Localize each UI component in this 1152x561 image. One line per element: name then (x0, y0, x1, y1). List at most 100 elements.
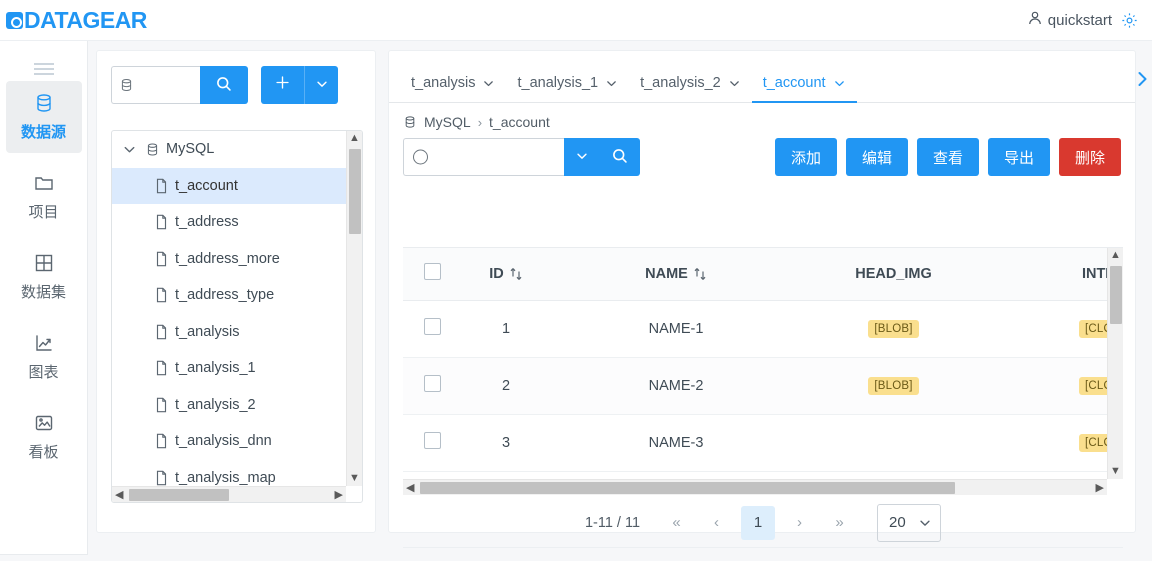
column-label: ID (489, 265, 504, 282)
tree-item-t_address_more[interactable]: t_address_more (112, 241, 346, 278)
table-row[interactable]: 1 NAME-1 [BLOB] [CLOB] (403, 300, 1107, 358)
tree-item-t_analysis[interactable]: t_analysis (112, 314, 346, 351)
cell-head-img: [BLOB] (801, 357, 986, 415)
table-row[interactable]: 2 NAME-2 [BLOB] [CLOB] (403, 357, 1107, 415)
sidebar-item-chart[interactable]: 图表 (6, 321, 82, 393)
tab-t_account[interactable]: t_account (751, 75, 857, 103)
datasource-search-input[interactable] (111, 66, 200, 104)
export-record-button[interactable]: 导出 (988, 138, 1050, 176)
view-record-button[interactable]: 查看 (917, 138, 979, 176)
sort-icon[interactable] (509, 266, 523, 282)
app-logo[interactable]: DATAGEAR (6, 7, 147, 34)
sort-icon[interactable] (693, 266, 707, 282)
table-row[interactable]: 3 NAME-3 [CLOB] (403, 414, 1107, 472)
tab-t_analysis_2[interactable]: t_analysis_2 (629, 75, 752, 103)
file-icon (154, 287, 169, 303)
prev-page-button[interactable]: ‹ (701, 507, 732, 538)
sidebar-item-dashboard[interactable]: 看板 (6, 401, 82, 473)
delete-record-button[interactable]: 删除 (1059, 138, 1121, 176)
chevron-down-icon[interactable] (728, 77, 741, 90)
scroll-right-icon[interactable]: ▶ (1093, 481, 1107, 494)
chevron-down-icon[interactable] (482, 77, 495, 90)
add-record-button[interactable]: 添加 (775, 138, 837, 176)
cell-name: NAME-2 (551, 357, 801, 415)
select-all-checkbox[interactable] (423, 263, 441, 281)
tree-item-label: t_analysis_2 (175, 396, 256, 413)
record-search-button[interactable] (600, 138, 640, 176)
table-header-head-img[interactable]: HEAD_IMG (801, 248, 986, 301)
tree-item-t_analysis_dnn[interactable]: t_analysis_dnn (112, 423, 346, 460)
edit-record-button[interactable]: 编辑 (846, 138, 908, 176)
tree-item-label: t_account (175, 177, 238, 194)
tab-t_analysis_1[interactable]: t_analysis_1 (506, 75, 629, 103)
chevron-down-icon[interactable] (833, 77, 846, 90)
scroll-down-icon[interactable]: ▼ (349, 471, 360, 486)
tree-horizontal-scrollbar[interactable]: ◀ ▶ (112, 486, 346, 502)
datasource-search-button[interactable] (200, 66, 248, 104)
record-search-dropdown-button[interactable] (564, 138, 600, 176)
scrollbar-thumb[interactable] (129, 489, 229, 501)
row-checkbox[interactable] (423, 318, 441, 335)
tree-item-label: t_analysis (175, 323, 240, 340)
plus-icon (274, 73, 291, 97)
record-search-group (403, 138, 640, 176)
pagination-info: 1-11 / 11 (584, 514, 641, 531)
scroll-up-icon[interactable]: ▲ (1110, 248, 1121, 263)
file-icon (154, 178, 169, 194)
add-datasource-dropdown-button[interactable] (304, 66, 338, 104)
tree-root-mysql[interactable]: MySQL (112, 131, 346, 168)
grid-icon (33, 252, 55, 274)
tree-item-t_analysis_map[interactable]: t_analysis_map (112, 460, 346, 487)
hamburger-icon[interactable] (0, 41, 87, 81)
table-horizontal-scrollbar[interactable]: ◀ ▶ (403, 479, 1107, 495)
sidebar-item-dataset[interactable]: 数据集 (6, 241, 82, 313)
row-checkbox[interactable] (423, 432, 441, 449)
user-menu[interactable]: quickstart (1027, 10, 1112, 30)
tree-item-t_address[interactable]: t_address (112, 204, 346, 241)
sidebar-item-project[interactable]: 项目 (6, 161, 82, 233)
datasource-search-group (111, 66, 248, 104)
sidebar-item-datasource[interactable]: 数据源 (5, 81, 82, 153)
add-datasource-button[interactable] (261, 66, 304, 104)
table-header-id[interactable]: ID (461, 248, 551, 301)
first-page-button[interactable]: « (661, 507, 692, 538)
cell-head-img: [BLOB] (801, 300, 986, 358)
data-table-container: ID NAME HEAD_IMG INT 1 NAME-1 [BLOB] [CL… (403, 247, 1123, 495)
table-header-name[interactable]: NAME (551, 248, 801, 301)
tree-item-t_address_type[interactable]: t_address_type (112, 277, 346, 314)
scroll-left-icon[interactable]: ◀ (112, 488, 126, 501)
gear-icon[interactable] (1121, 12, 1138, 29)
scroll-down-icon[interactable]: ▼ (1110, 464, 1121, 479)
row-select-cell[interactable] (403, 300, 461, 358)
logo-mark-icon (6, 11, 23, 29)
tree-item-t_analysis_1[interactable]: t_analysis_1 (112, 350, 346, 387)
tab-t_analysis[interactable]: t_analysis (400, 75, 506, 103)
next-page-button[interactable]: › (784, 507, 815, 538)
tree-vertical-scrollbar[interactable]: ▲ ▼ (346, 131, 362, 486)
scrollbar-thumb[interactable] (349, 149, 361, 234)
scrollbar-thumb[interactable] (1110, 266, 1122, 324)
row-select-cell[interactable] (403, 414, 461, 472)
chevron-down-icon[interactable] (605, 77, 618, 90)
record-search-input[interactable] (403, 138, 564, 176)
scroll-up-icon[interactable]: ▲ (349, 131, 360, 146)
table-header-intro[interactable]: INTRO (986, 248, 1107, 301)
cell-head-img (801, 414, 986, 472)
last-page-button[interactable]: » (824, 507, 855, 538)
row-checkbox[interactable] (423, 375, 441, 392)
scroll-left-icon[interactable]: ◀ (403, 481, 417, 494)
tree-item-t_account[interactable]: t_account (112, 167, 346, 204)
row-select-cell[interactable] (403, 357, 461, 415)
chevron-down-icon[interactable] (122, 142, 137, 157)
scroll-right-icon[interactable]: ▶ (332, 488, 346, 501)
tab-scroll-next-button[interactable] (1126, 65, 1152, 97)
tree-item-t_analysis_2[interactable]: t_analysis_2 (112, 387, 346, 424)
page-size-select[interactable]: 20 (877, 503, 942, 542)
sidebar-item-label: 数据源 (20, 124, 66, 141)
scrollbar-thumb[interactable] (420, 482, 955, 494)
table-header-select-all[interactable] (403, 248, 461, 301)
breadcrumb: MySQL › t_account (389, 103, 1135, 130)
page-number-1[interactable]: 1 (741, 505, 776, 540)
table-vertical-scrollbar[interactable]: ▲ ▼ (1107, 248, 1123, 479)
breadcrumb-root[interactable]: MySQL (424, 114, 471, 130)
